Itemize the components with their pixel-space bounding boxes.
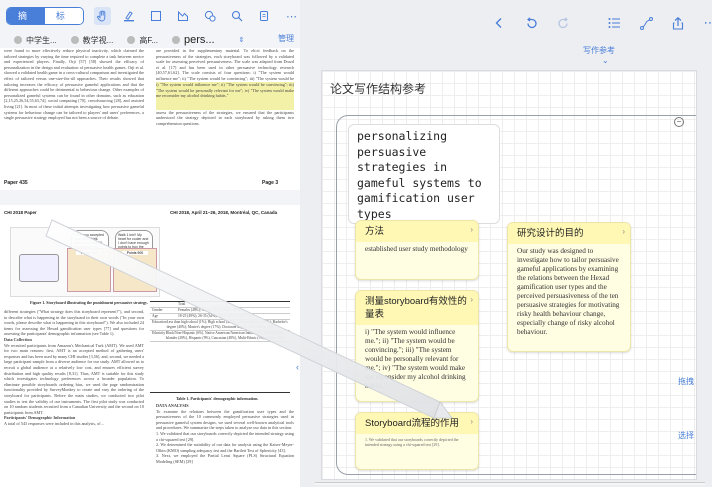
history-toolbar [490,10,572,36]
page-column-right: DATA ANALYSIS To examine the relations b… [156,403,294,464]
highlighter-icon[interactable] [121,7,138,25]
pdf-page: were found to more effectively reduce ph… [0,48,300,190]
card-body: 1. We validated that our storyboards cor… [365,437,459,447]
chevron-right-icon[interactable]: › [470,223,473,236]
page-header-left: CHI 2018 Paper [4,210,37,215]
highlighted-text[interactable]: i) "The system would influence me"; ii) … [156,82,294,110]
table-row: Ethnicity Black/Non-Hispanic (6%), Native… [150,331,290,342]
rectangle-select-icon[interactable] [148,7,165,25]
page-header-right: CHI 2018, April 21–26, 2018, Montréal, Q… [170,210,278,215]
demographics-table: Total Gender Females (48%); Males (51%), … [150,301,290,393]
card-title: Storyboard流程的作用 › [356,413,478,434]
image-icon[interactable] [175,7,192,25]
storyboard-panel: Points 900 [113,248,157,292]
card-title: 测量storyboard有效性的量表 › [356,291,478,325]
note-card[interactable]: 测量storyboard有效性的量表 › i) "The system would… [355,290,479,402]
undo-icon[interactable] [522,14,540,32]
chevron-right-icon[interactable]: › [622,225,625,238]
list-icon[interactable] [605,14,623,32]
writing-reference-label[interactable]: 写作参考 [583,45,615,56]
chevron-right-icon[interactable]: › [470,415,473,428]
collapse-left-icon[interactable]: ‹ [296,362,299,372]
mode-segmented-control: 摘录 标注 [6,7,84,25]
note-card[interactable]: 研究设计的目的 › Our study was designed to inves… [507,222,631,352]
page-footer-right: Page 3 [262,180,279,186]
doc-thumbnail-icon [172,36,181,44]
pdf-page: CHI 2018 Paper CHI 2018, April 21–26, 20… [0,205,300,487]
mode-tab-annotate[interactable]: 标注 [44,8,83,24]
card-body: Our study was designed to investigate ho… [517,247,620,336]
bottom-panel-edge [315,482,705,485]
share-icon[interactable] [669,14,687,32]
more-icon[interactable]: ⋯ [701,14,712,32]
translate-icon[interactable] [202,7,219,25]
manage-button[interactable]: 管理 [278,33,294,44]
mindmap-pane: ⋯ 写作参考 ⌄ 论文写作结构参考 − personalizing persua… [300,0,712,487]
note-card[interactable]: 方法 › established user study methodology [355,220,479,280]
bookmark-icon[interactable] [256,7,273,25]
reader-toolbar: 摘录 标注 ⋯ [0,0,300,32]
redo-icon[interactable] [554,14,572,32]
note-card[interactable]: Storyboard流程的作用 › 1. We validated that ou… [355,412,479,470]
chevron-updown-icon: ⇕ [238,37,245,44]
doc-thumbnail-icon [14,36,22,44]
doc-thumbnail-icon [70,36,79,44]
doc-tab-active[interactable]: pers... ⇕ [172,34,244,46]
card-body: established user study methodology [365,245,468,253]
page-column-left: different strategies ("What strategy doe… [4,309,144,426]
chevron-down-icon[interactable]: ⌄ [602,56,609,65]
search-icon[interactable] [229,7,246,25]
storyboard-panel: Points 100 [67,248,111,292]
board-title[interactable]: 论文写作结构参考 [330,80,426,97]
back-icon[interactable] [490,14,508,32]
card-title: 方法 › [356,221,478,242]
more-icon[interactable]: ⋯ [283,7,300,25]
view-toolbar: ⋯ [605,10,712,36]
collapse-icon[interactable]: − [674,117,684,127]
pdf-reader-pane: 摘录 标注 ⋯ 中学生... 教学视... 高F... pers...⇕ 管理 [0,0,300,487]
select-mode-button[interactable]: 选择 [678,430,694,441]
doc-tab[interactable]: 中学生... [14,35,57,46]
chevron-right-icon[interactable]: › [470,293,473,306]
doc-thumbnail-icon [127,36,136,44]
document-tab-bar: 中学生... 教学视... 高F... pers... ⇕ 管理 [0,32,300,48]
doc-tab[interactable]: 高F... [127,35,158,46]
table-row: Education Less than high school (1%); Hig… [150,320,290,331]
drag-mode-button[interactable]: 拖拽 [678,376,694,387]
table-caption: Table 1. Participants' demographic infor… [176,396,259,401]
storyboard-figure: Have you accepted your daily Walk goal. … [10,227,160,297]
mode-tab-excerpt[interactable]: 摘录 [7,8,45,24]
figure-caption: Figure 1. Storyboard illustrating the pu… [30,300,148,305]
hand-icon[interactable] [93,7,111,25]
card-body: i) "The system would influence me."; ii)… [365,328,466,390]
phone-illustration [19,254,59,282]
doc-tab[interactable]: 教学视... [70,35,113,46]
card-title: 研究设计的目的 › [508,223,630,244]
mindmap-icon[interactable] [637,14,655,32]
paper-title-card[interactable]: personalizing persuasive strategies in g… [348,124,500,224]
page-column-left: were found to more effectively reduce ph… [4,48,144,121]
page-footer-left: Paper 435 [4,180,28,186]
